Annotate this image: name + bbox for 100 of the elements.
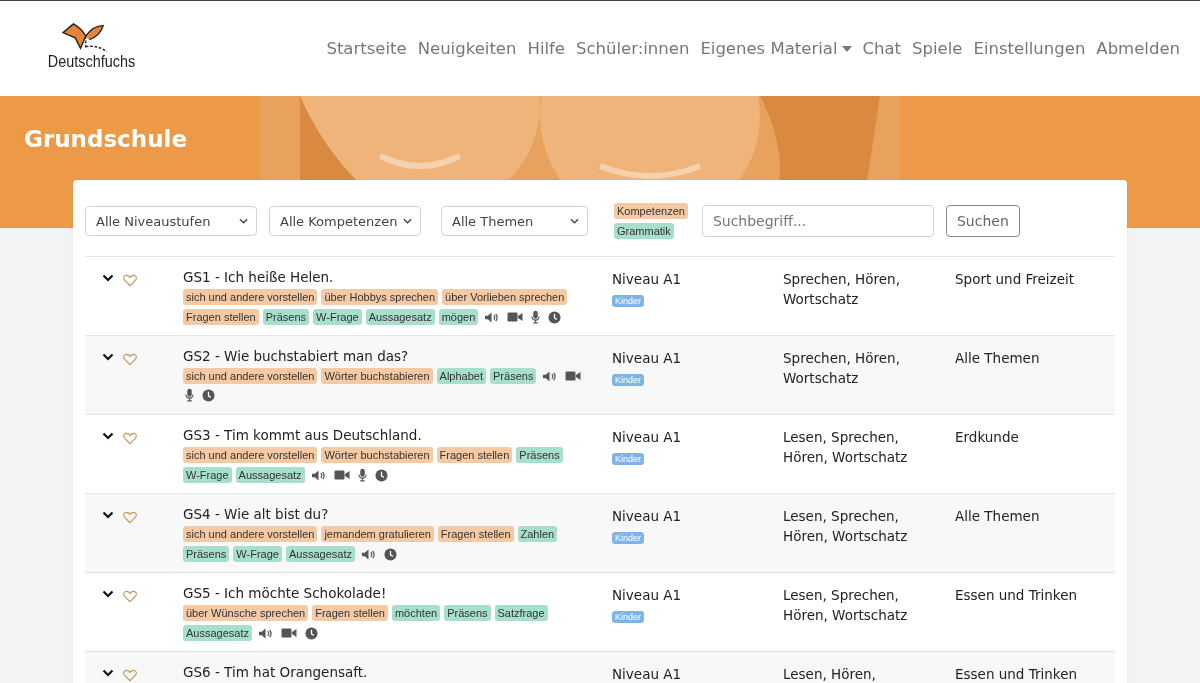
nav-link[interactable]: Spiele bbox=[912, 39, 963, 58]
clock-icon bbox=[202, 388, 215, 402]
video-camera-icon bbox=[333, 469, 350, 481]
skills-cell-text: Sprechen, Hören, Wortschatz bbox=[783, 270, 901, 309]
heart-icon[interactable] bbox=[123, 274, 137, 287]
lesson-title[interactable]: GS6 - Tim hat Orangensaft. bbox=[183, 664, 612, 680]
topic-tag: Aussagesatz bbox=[285, 546, 355, 562]
topic-tag: Präsens bbox=[183, 546, 230, 562]
theme-cell-text: Sport und Freizeit bbox=[955, 270, 1076, 289]
topic-tag: Wörter buchstabieren bbox=[321, 368, 433, 384]
topic-tag: über Vorlieben sprechen bbox=[442, 289, 568, 305]
heart-icon[interactable] bbox=[123, 432, 137, 445]
skills-cell-text: Lesen, Sprechen, Hören, Wortschatz bbox=[783, 428, 909, 467]
topic-tag: sich und andere vorstellen bbox=[183, 526, 318, 542]
audience-tag: Kinder bbox=[612, 453, 644, 465]
chevron-down-icon[interactable] bbox=[102, 590, 114, 598]
lesson-title[interactable]: GS5 - Ich möchte Schokolade! bbox=[183, 585, 612, 601]
nav-link[interactable]: Abmelden bbox=[1096, 39, 1180, 58]
chevron-down-icon[interactable] bbox=[102, 669, 114, 677]
topic-tag: sich und andere vorstellen bbox=[183, 289, 318, 305]
microphone-icon bbox=[357, 468, 367, 482]
topic-tag: sich und andere vorstellen bbox=[183, 447, 318, 463]
speaker-icon bbox=[484, 310, 500, 324]
clock-icon bbox=[374, 468, 388, 482]
lesson-title[interactable]: GS3 - Tim kommt aus Deutschland. bbox=[183, 427, 612, 443]
topic-tag: Wörter buchstabieren bbox=[321, 447, 433, 463]
skills-cell-text: Lesen, Sprechen, Hören, Wortschatz bbox=[783, 586, 909, 625]
level-cell-text: Niveau A1 bbox=[612, 665, 683, 683]
search-button[interactable]: Suchen bbox=[945, 205, 1020, 237]
legend-tag: Grammatik bbox=[614, 223, 674, 239]
topic-tag: über Wünsche sprechen bbox=[183, 605, 309, 621]
logo-text[interactable]: Deutschfuchs bbox=[47, 53, 135, 71]
clock-icon bbox=[305, 626, 318, 640]
topic-tag: Fragen stellen bbox=[436, 447, 513, 463]
speaker-icon bbox=[310, 468, 326, 482]
chevron-down-icon bbox=[403, 218, 412, 224]
theme-cell-text: Essen und Trinken bbox=[955, 586, 1079, 605]
heart-icon[interactable] bbox=[123, 590, 137, 603]
video-camera-icon bbox=[281, 627, 297, 639]
topic-tag: jemandem gratulieren bbox=[321, 526, 434, 542]
theme-cell-text: Alle Themen bbox=[955, 507, 1041, 526]
nav-link[interactable]: Einstellungen bbox=[973, 39, 1086, 58]
nav-link[interactable]: Schüler:innen bbox=[576, 39, 690, 58]
chevron-down-icon bbox=[570, 218, 579, 224]
microphone-icon bbox=[531, 310, 541, 324]
topic-tag: Aussagesatz bbox=[235, 467, 305, 483]
level-cell-text: Niveau A1 bbox=[612, 507, 683, 526]
chevron-down-icon bbox=[239, 218, 248, 224]
lesson-title[interactable]: GS2 - Wie buchstabiert man das? bbox=[183, 348, 612, 364]
topic-tag: Aussagesatz bbox=[183, 625, 252, 641]
lesson-title[interactable]: GS1 - Ich heiße Helen. bbox=[183, 269, 612, 285]
clock-icon bbox=[548, 310, 562, 324]
page-title: Grundschule bbox=[24, 126, 187, 152]
topic-tag: Fragen stellen bbox=[312, 605, 388, 621]
level-cell-text: Niveau A1 bbox=[612, 349, 683, 368]
audience-tag: Kinder bbox=[612, 532, 644, 544]
topic-tag: Präsens bbox=[444, 605, 491, 621]
theme-cell-text: Erdkunde bbox=[955, 428, 1020, 447]
topic-tag: Aussagesatz bbox=[365, 309, 435, 325]
topic-tag: Präsens bbox=[516, 447, 563, 463]
topic-tag: Alphabet bbox=[436, 368, 487, 384]
level-cell-text: Niveau A1 bbox=[612, 586, 683, 605]
topic-tag: mögen bbox=[438, 309, 479, 325]
filter-dropdown[interactable]: Alle Themen bbox=[441, 206, 588, 236]
level-cell-text: Niveau A1 bbox=[612, 270, 683, 289]
topic-tag: W-Frage bbox=[313, 309, 362, 325]
topic-tag: möchten bbox=[391, 605, 441, 621]
topic-tag: sich und andere vorstellen bbox=[183, 368, 318, 384]
audience-tag: Kinder bbox=[612, 295, 644, 307]
filter-dropdown[interactable]: Alle Kompetenzen bbox=[269, 206, 421, 236]
chevron-down-icon[interactable] bbox=[102, 274, 114, 282]
chevron-down-icon[interactable] bbox=[102, 432, 114, 440]
nav-link[interactable]: Hilfe bbox=[527, 39, 565, 58]
audience-tag: Kinder bbox=[612, 374, 644, 386]
skills-cell-text: Lesen, Sprechen, Hören, Wortschatz bbox=[783, 507, 909, 546]
topic-tag: Präsens bbox=[490, 368, 537, 384]
speaker-icon bbox=[542, 369, 558, 383]
nav-link[interactable]: Eigenes Material bbox=[700, 39, 852, 58]
microphone-icon bbox=[185, 388, 194, 402]
topic-tag: über Hobbys sprechen bbox=[321, 289, 439, 305]
filter-dropdown[interactable]: Alle Niveaustufen bbox=[85, 206, 257, 236]
search-field[interactable]: Suchbegriff... bbox=[701, 205, 934, 237]
video-camera-icon bbox=[507, 311, 524, 323]
lesson-title[interactable]: GS4 - Wie alt bist du? bbox=[183, 506, 612, 522]
chevron-down-icon[interactable] bbox=[102, 511, 114, 519]
nav-link[interactable]: Neuigkeiten bbox=[417, 39, 517, 58]
topic-tag: Zahlen bbox=[517, 526, 558, 542]
theme-cell-text: Alle Themen bbox=[955, 349, 1041, 368]
video-camera-icon bbox=[565, 370, 582, 382]
chevron-down-icon[interactable] bbox=[102, 353, 114, 361]
topic-tag: Fragen stellen bbox=[437, 526, 514, 542]
topic-tag: Fragen stellen bbox=[183, 309, 259, 325]
theme-cell-text: Essen und Trinken bbox=[955, 665, 1079, 683]
skills-cell-text: Lesen, Hören, bbox=[783, 665, 877, 683]
level-cell-text: Niveau A1 bbox=[612, 428, 683, 447]
clock-icon bbox=[383, 547, 397, 561]
nav-link[interactable]: Startseite bbox=[326, 39, 407, 58]
nav-link[interactable]: Chat bbox=[862, 39, 902, 58]
topic-tag: W-Frage bbox=[183, 467, 232, 483]
speaker-icon bbox=[360, 547, 376, 561]
